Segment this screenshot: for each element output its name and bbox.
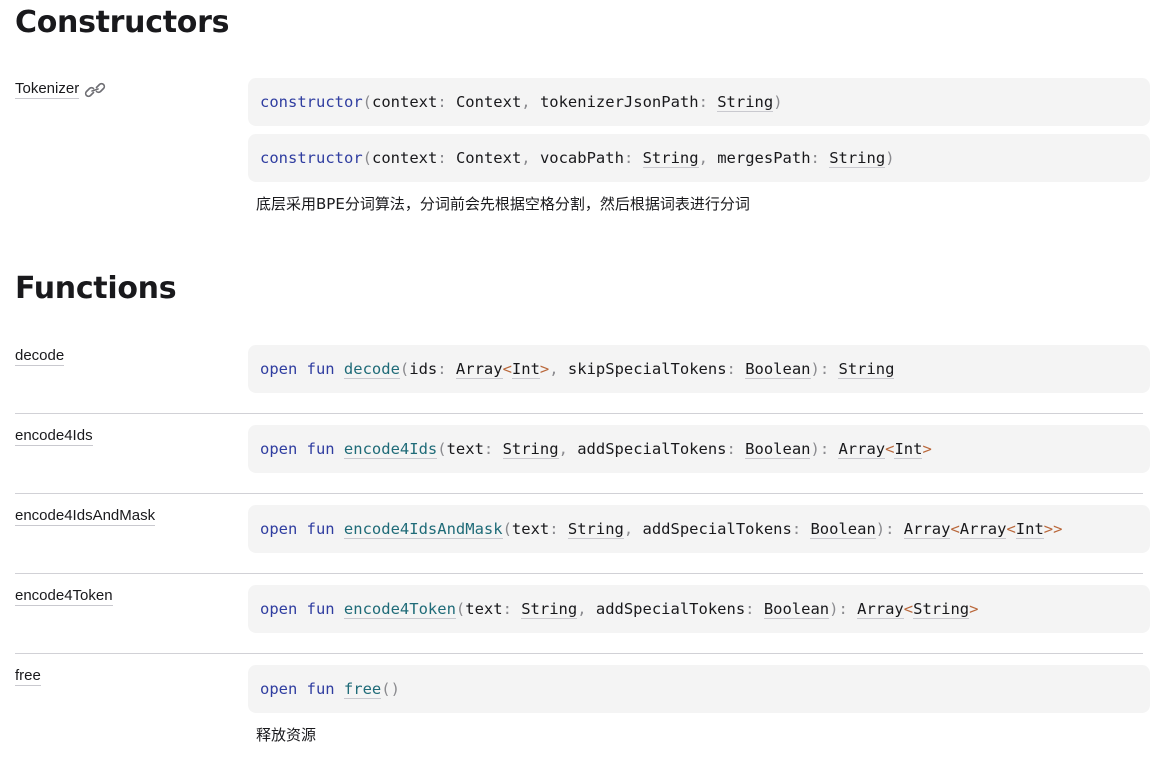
generic-bracket: <: [950, 520, 960, 538]
type-link[interactable]: Array: [903, 520, 951, 539]
function-name-link[interactable]: encode4Token: [343, 600, 456, 619]
param-name: vocabPath: [539, 149, 624, 167]
return-type-link[interactable]: Array<Int>: [838, 440, 932, 459]
function-signature-free: open fun free(): [248, 665, 1150, 713]
function-description-free: 释放资源: [256, 726, 317, 744]
member-name-decode[interactable]: decode: [15, 347, 65, 366]
row-divider: [15, 573, 1143, 574]
param-name: context: [372, 149, 438, 167]
member-name-encode4ids[interactable]: encode4Ids: [15, 427, 93, 446]
param-type: Context: [455, 149, 522, 167]
function-signature-encode4token: open fun encode4Token(text: String, addSpeci…: [248, 585, 1150, 633]
param-type-link[interactable]: Array: [455, 360, 503, 379]
type-link[interactable]: String: [913, 600, 970, 619]
return-type-link[interactable]: String: [838, 360, 895, 379]
constructor-signature-1: constructor(context: Context, tokenizerJso…: [248, 78, 1150, 126]
generic-bracket: >: [1043, 520, 1054, 538]
constructor-keyword: constructor: [260, 149, 363, 167]
generic-bracket: >: [969, 600, 979, 618]
param-type-link[interactable]: String: [717, 93, 774, 112]
function-name-link[interactable]: decode: [343, 360, 400, 379]
function-name-link[interactable]: free: [343, 680, 382, 699]
param-type-link[interactable]: String: [829, 149, 886, 168]
constructor-description: 底层采用BPE分词算法，分词前会先根据空格分割，然后根据词表进行分词: [256, 195, 750, 213]
function-signature-encode4idsandmask: open fun encode4IdsAndMask(text: String, add…: [248, 505, 1150, 553]
link-icon[interactable]: [84, 81, 106, 99]
param-type: Context: [455, 93, 522, 111]
member-name-encode4idsandmask[interactable]: encode4IdsAndMask: [15, 507, 156, 526]
member-name-free[interactable]: free: [15, 667, 41, 686]
constructor-keyword: constructor: [260, 93, 363, 111]
type-link[interactable]: Int: [894, 440, 923, 459]
param-name: context: [372, 93, 438, 111]
type-link[interactable]: Array: [857, 600, 904, 619]
row-divider: [15, 493, 1143, 494]
type-link[interactable]: Int: [1015, 520, 1044, 539]
row-divider: [15, 413, 1143, 414]
param-type-link[interactable]: Boolean: [745, 440, 811, 459]
constructors-heading: Constructors: [15, 5, 230, 40]
param-type-link[interactable]: Int: [511, 360, 540, 379]
return-type-link[interactable]: Array<String>: [857, 600, 979, 619]
generic-bracket: <: [1006, 520, 1016, 538]
type-link[interactable]: Array: [838, 440, 886, 459]
return-type-link[interactable]: Array<Array<Int>>: [903, 520, 1063, 539]
generic-bracket: >: [922, 440, 932, 458]
function-signature-decode: open fun decode(ids: Array < Int >, skipSpecial…: [248, 345, 1150, 393]
param-name: mergesPath: [717, 149, 811, 167]
member-name-tokenizer[interactable]: Tokenizer: [15, 80, 106, 99]
param-type-link[interactable]: Boolean: [763, 600, 830, 619]
param-type-link[interactable]: String: [642, 149, 699, 168]
param-type-link[interactable]: String: [521, 600, 578, 619]
param-type-link[interactable]: Boolean: [745, 360, 811, 379]
param-name: tokenizerJsonPath: [539, 93, 699, 111]
member-name-encode4token[interactable]: encode4Token: [15, 587, 113, 606]
param-type-link[interactable]: String: [502, 440, 559, 459]
functions-heading: Functions: [15, 271, 177, 306]
generic-bracket: <: [903, 600, 914, 618]
generic-bracket: >: [1053, 520, 1063, 538]
function-name-link[interactable]: encode4IdsAndMask: [343, 520, 503, 539]
function-signature-encode4ids: open fun encode4Ids(text: String, addSpecial…: [248, 425, 1150, 473]
param-type-link[interactable]: String: [567, 520, 624, 539]
param-type-link[interactable]: Boolean: [810, 520, 876, 539]
row-divider: [15, 653, 1143, 654]
constructor-signature-2: constructor(context: Context, vocabPath: St…: [248, 134, 1150, 182]
member-name-label[interactable]: Tokenizer: [15, 80, 80, 99]
function-name-link[interactable]: encode4Ids: [343, 440, 438, 459]
type-link[interactable]: Array: [959, 520, 1007, 539]
